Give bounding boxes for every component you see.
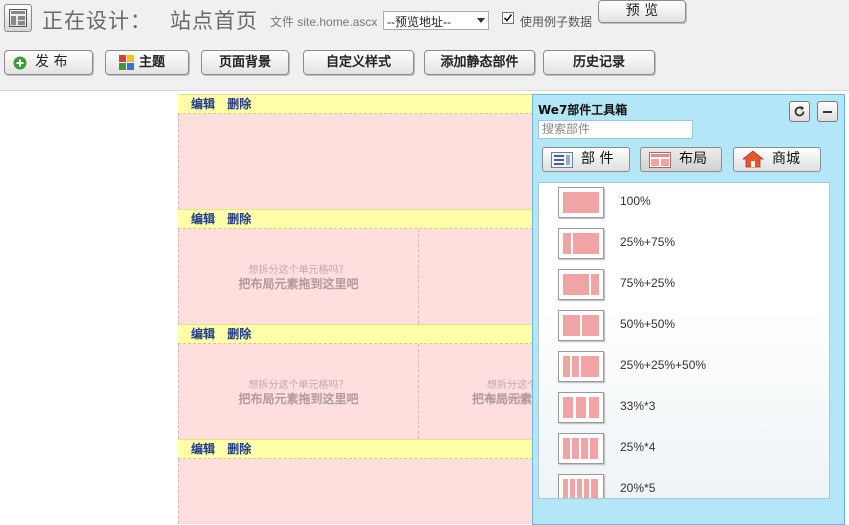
minimize-button[interactable] bbox=[817, 101, 838, 122]
use-sample-data-label: 使用例子数据 bbox=[520, 15, 593, 29]
layout-cell[interactable] bbox=[178, 459, 538, 524]
plus-circle-icon bbox=[13, 56, 27, 70]
layout-item-25-25-50[interactable]: 25%+25%+50% bbox=[539, 346, 829, 387]
layout-item-50-50[interactable]: 50%+50% bbox=[539, 305, 829, 346]
layout-item-label: 100% bbox=[620, 194, 651, 208]
chevron-down-icon bbox=[477, 18, 485, 23]
tab-layout-label: 布局 bbox=[679, 151, 707, 167]
checkmark-icon bbox=[503, 14, 513, 22]
widget-list-icon bbox=[551, 152, 573, 168]
split-cell-hint: 想拆分这个单元格吗？ bbox=[248, 265, 349, 276]
layout-designer-icon bbox=[4, 4, 32, 32]
tab-store-label: 商城 bbox=[772, 151, 800, 167]
widget-search-input[interactable]: 搜索部件 bbox=[538, 120, 693, 139]
layout-item-20x5[interactable]: 20%*5 bbox=[539, 469, 829, 498]
page-background-button[interactable]: 页面背景 bbox=[201, 50, 289, 75]
row-delete-link[interactable]: 删除 bbox=[227, 442, 251, 456]
custom-style-button[interactable]: 自定义样式 bbox=[303, 50, 414, 75]
row-delete-link[interactable]: 删除 bbox=[227, 327, 251, 341]
layout-cell[interactable]: 想拆分这个单元格吗？ 把布局元素 bbox=[419, 344, 539, 439]
add-static-widget-button[interactable]: 添加静态部件 bbox=[424, 50, 535, 75]
layout-icon bbox=[649, 152, 671, 168]
drop-layout-hint: 把布局元素 bbox=[472, 392, 533, 406]
row-edit-link[interactable]: 编辑 bbox=[191, 327, 215, 341]
layout-item-25-75[interactable]: 25%+75% bbox=[539, 223, 829, 264]
layout-row: 编辑 删除 bbox=[178, 94, 538, 209]
layout-thumbnail bbox=[558, 433, 604, 464]
layout-item-100[interactable]: 100% bbox=[539, 183, 829, 223]
use-sample-data-checkbox[interactable] bbox=[502, 12, 514, 24]
layout-thumbnail bbox=[558, 351, 604, 382]
split-cell-hint: 想拆分这个单元格吗？ bbox=[248, 380, 349, 391]
layout-row: 编辑 删除 想拆分这个单元格吗？ 把布局元素拖到这里吧 bbox=[178, 209, 538, 324]
row-toolbar: 编辑 删除 bbox=[178, 324, 538, 344]
layout-item-75-25[interactable]: 75%+25% bbox=[539, 264, 829, 305]
palette-icon bbox=[119, 55, 134, 70]
row-toolbar: 编辑 删除 bbox=[178, 439, 538, 459]
tab-widgets-label: 部 件 bbox=[581, 151, 614, 167]
tab-layout[interactable]: 布局 bbox=[640, 147, 722, 172]
layout-thumbnail bbox=[558, 228, 604, 259]
layout-thumbnail bbox=[558, 187, 604, 218]
layout-row: 编辑 删除 想拆分这个单元格吗？ 把布局元素拖到这里吧 想拆分这个单元格吗？ 把… bbox=[178, 324, 538, 439]
theme-button[interactable]: 主题 bbox=[105, 50, 189, 75]
toolbox-title: We7部件工具箱 bbox=[538, 103, 628, 117]
layout-item-label: 75%+25% bbox=[620, 276, 676, 290]
layout-cell[interactable]: 想拆分这个单元格吗？ 把布局元素拖到这里吧 bbox=[179, 229, 419, 324]
layout-item-33x3[interactable]: 33%*3 bbox=[539, 387, 829, 428]
refresh-button[interactable] bbox=[789, 101, 810, 122]
layout-thumbnail bbox=[558, 392, 604, 423]
refresh-icon bbox=[794, 106, 805, 117]
history-button[interactable]: 历史记录 bbox=[543, 50, 655, 75]
row-toolbar: 编辑 删除 bbox=[178, 209, 538, 229]
row-edit-link[interactable]: 编辑 bbox=[191, 212, 215, 226]
row-body: 想拆分这个单元格吗？ 把布局元素拖到这里吧 bbox=[178, 229, 538, 324]
design-toolbar: 正在设计： 站点首页 文件 site.home.ascx --预览地址-- 使用… bbox=[0, 0, 849, 91]
widget-toolbox-panel: We7部件工具箱 搜索部件 部 件 布局 商城 100% 25%+75% 75%… bbox=[532, 94, 845, 525]
tab-store[interactable]: 商城 bbox=[733, 147, 821, 172]
minimize-icon bbox=[823, 111, 832, 113]
layout-list: 100% 25%+75% 75%+25% 50%+50% 25%+25%+50%… bbox=[538, 182, 830, 499]
publish-button[interactable]: 发 布 bbox=[4, 50, 93, 75]
design-canvas: 编辑 删除 编辑 删除 想拆分这个单元格吗？ 把布局元素拖到这里吧 编辑 删除 … bbox=[178, 94, 538, 524]
layout-item-label: 33%*3 bbox=[620, 399, 656, 413]
layout-thumbnail bbox=[558, 269, 604, 300]
layout-cell[interactable] bbox=[178, 114, 538, 209]
publish-label: 发 布 bbox=[35, 54, 68, 70]
row-delete-link[interactable]: 删除 bbox=[227, 212, 251, 226]
layout-cell[interactable] bbox=[419, 229, 539, 324]
drop-layout-hint: 把布局元素拖到这里吧 bbox=[238, 392, 359, 406]
row-body: 想拆分这个单元格吗？ 把布局元素拖到这里吧 想拆分这个单元格吗？ 把布局元素 bbox=[178, 344, 538, 439]
layout-item-25x4[interactable]: 25%*4 bbox=[539, 428, 829, 469]
layout-thumbnail bbox=[558, 474, 604, 498]
layout-row: 编辑 删除 bbox=[178, 439, 538, 524]
layout-item-label: 25%*4 bbox=[620, 440, 656, 454]
row-delete-link[interactable]: 删除 bbox=[227, 97, 251, 111]
layout-item-label: 50%+50% bbox=[620, 317, 676, 331]
home-store-icon bbox=[742, 150, 764, 168]
preview-url-selected: --预览地址-- bbox=[387, 15, 451, 29]
theme-label: 主题 bbox=[139, 55, 166, 70]
row-toolbar: 编辑 删除 bbox=[178, 94, 538, 114]
layout-item-label: 25%+75% bbox=[620, 235, 676, 249]
row-edit-link[interactable]: 编辑 bbox=[191, 442, 215, 456]
preview-button[interactable]: 预 览 bbox=[598, 0, 686, 23]
tab-widgets[interactable]: 部 件 bbox=[542, 147, 630, 172]
layout-thumbnail bbox=[558, 310, 604, 341]
preview-url-select[interactable]: --预览地址-- bbox=[383, 11, 489, 30]
page-title: 站点首页 bbox=[170, 9, 258, 33]
layout-item-label: 25%+25%+50% bbox=[620, 358, 707, 372]
row-edit-link[interactable]: 编辑 bbox=[191, 97, 215, 111]
file-name-label: 文件 site.home.ascx bbox=[270, 15, 378, 29]
drop-layout-hint: 把布局元素拖到这里吧 bbox=[238, 277, 359, 291]
page-title-prefix: 正在设计： bbox=[42, 9, 152, 33]
layout-cell[interactable]: 想拆分这个单元格吗？ 把布局元素拖到这里吧 bbox=[179, 344, 419, 439]
layout-item-label: 20%*5 bbox=[620, 481, 656, 495]
